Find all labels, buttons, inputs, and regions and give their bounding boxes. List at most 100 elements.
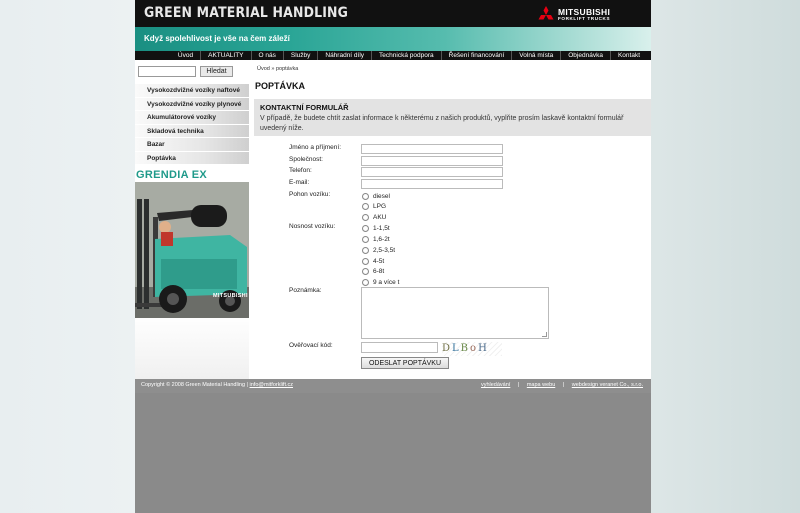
copyright-text: Copyright © 2008 Green Material Handling… — [141, 382, 248, 388]
radio-aku[interactable]: AKU — [362, 214, 386, 221]
sidebar-item-akumulatorove[interactable]: Akumulátorové vozíky — [135, 111, 249, 125]
captcha-char: B — [460, 343, 471, 354]
sidebar: Hledat Vysokozdvižné vozíky naftové Vyso… — [135, 60, 249, 379]
radio-cap-5[interactable]: 6-8t — [362, 268, 384, 275]
nav-objednavka[interactable]: Objednávka — [560, 51, 610, 60]
search-input[interactable] — [138, 66, 196, 77]
captcha-char: L — [452, 343, 461, 354]
radio-diesel[interactable]: diesel — [362, 193, 390, 200]
footer-link-webdesign[interactable]: webdesign veranet Co., s.r.o. — [572, 382, 643, 388]
promo-brand: MITSUBISHI — [213, 293, 248, 299]
label-phone: Telefon: — [289, 167, 312, 174]
page-title: POPTÁVKA — [255, 81, 306, 91]
slogan: Když spolehlivost je vše na čem záleží — [144, 34, 290, 43]
main-content: Úvod » poptávka POPTÁVKA KONTAKTNÍ FORMU… — [249, 60, 651, 379]
breadcrumb-current: poptávka — [275, 66, 299, 72]
radio-cap-1-label: 1-1,5t — [373, 225, 390, 232]
footer: Copyright © 2008 Green Material Handling… — [135, 379, 651, 393]
copyright: Copyright © 2008 Green Material Handling… — [141, 382, 293, 388]
radio-cap-6-button[interactable] — [362, 279, 369, 286]
radio-diesel-label: diesel — [373, 193, 390, 200]
radio-cap-6[interactable]: 9 a více t — [362, 279, 399, 286]
label-capacity: Nosnost vozíku: — [289, 223, 336, 230]
radio-aku-button[interactable] — [362, 214, 369, 221]
name-field[interactable] — [361, 144, 503, 154]
radio-cap-1[interactable]: 1-1,5t — [362, 225, 390, 232]
form-intro: KONTAKTNÍ FORMULÁŘ V případě, že budete … — [254, 99, 651, 136]
footer-email-link[interactable]: info@mitforklift.cz — [250, 382, 293, 388]
footer-links: vyhledávání | mapa webu | webdesign vera… — [481, 382, 643, 388]
radio-cap-2-label: 1,6-2t — [373, 236, 390, 243]
mitsubishi-logo[interactable]: MITSUBISHI FORKLIFT TRUCKS — [537, 6, 637, 22]
email-field[interactable] — [361, 179, 503, 189]
promo-banner[interactable]: GRENDIA EX MITSUBISHI — [135, 169, 249, 318]
nav-reseni-financovani[interactable]: Řešení financování — [440, 51, 512, 60]
radio-cap-3[interactable]: 2,5-3,5t — [362, 247, 395, 254]
footer-link-search[interactable]: vyhledávání — [481, 382, 510, 388]
sidebar-menu: Vysokozdvižné vozíky naftové Vysokozdviž… — [135, 84, 249, 165]
breadcrumb-home[interactable]: Úvod — [257, 66, 270, 72]
label-drive: Pohon vozíku: — [289, 191, 331, 198]
captcha-char: H — [478, 343, 489, 354]
note-textarea[interactable] — [361, 287, 549, 339]
radio-cap-5-button[interactable] — [362, 268, 369, 275]
phone-field[interactable] — [361, 167, 503, 177]
logo-subtext: FORKLIFT TRUCKS — [558, 16, 611, 21]
nav-sluzby[interactable]: Služby — [282, 51, 318, 60]
nav-technicka-podpora[interactable]: Technická podpora — [371, 51, 441, 60]
label-captcha: Ověřovací kód: — [289, 342, 333, 349]
nav-o-nas[interactable]: O nás — [250, 51, 283, 60]
sidebar-item-poptavka[interactable]: Poptávka — [135, 151, 249, 165]
page: GREEN MATERIAL HANDLING MITSUBISHI FORKL… — [135, 0, 651, 513]
search-button[interactable]: Hledat — [200, 66, 233, 77]
radio-cap-4-label: 4-5t — [373, 258, 385, 265]
label-name: Jméno a příjmení: — [289, 144, 342, 151]
radio-cap-6-label: 9 a více t — [373, 279, 400, 286]
company-field[interactable] — [361, 156, 503, 166]
sidebar-item-plynove[interactable]: Vysokozdvižné vozíky plynové — [135, 97, 249, 111]
captcha-char: o — [470, 343, 479, 354]
nav-aktuality[interactable]: AKTUALITY — [200, 51, 250, 60]
nav-kontakt[interactable]: Kontakt — [609, 51, 647, 60]
brand-title[interactable]: GREEN MATERIAL HANDLING — [144, 5, 348, 21]
sidebar-item-bazar[interactable]: Bazar — [135, 138, 249, 152]
breadcrumb-separator: » — [271, 66, 275, 72]
radio-aku-label: AKU — [373, 214, 387, 221]
captcha-char: D — [442, 343, 453, 354]
radio-diesel-button[interactable] — [362, 193, 369, 200]
form-title: KONTAKTNÍ FORMULÁŘ — [260, 103, 349, 112]
radio-lpg-button[interactable] — [362, 203, 369, 210]
footer-sep: | — [562, 382, 565, 388]
radio-cap-4-button[interactable] — [362, 258, 369, 265]
radio-cap-4[interactable]: 4-5t — [362, 258, 384, 265]
captcha-field[interactable] — [361, 342, 438, 353]
radio-lpg[interactable]: LPG — [362, 203, 386, 210]
label-note: Poznámka: — [289, 287, 322, 294]
sidebar-item-naftove[interactable]: Vysokozdvižné vozíky naftové — [135, 84, 249, 98]
radio-lpg-label: LPG — [373, 203, 387, 210]
slogan-banner: Když spolehlivost je vše na čem záleží — [135, 27, 651, 51]
breadcrumb: Úvod » poptávka — [257, 66, 298, 72]
nav-nahradni-dily[interactable]: Náhradní díly — [317, 51, 371, 60]
mitsubishi-diamonds-icon — [538, 6, 554, 20]
form-description: V případě, že budete chtít zaslat inform… — [260, 115, 624, 132]
radio-cap-2-button[interactable] — [362, 236, 369, 243]
footer-link-sitemap[interactable]: mapa webu — [527, 382, 555, 388]
radio-cap-2[interactable]: 1,6-2t — [362, 236, 390, 243]
footer-sep: | — [517, 382, 520, 388]
label-email: E-mail: — [289, 179, 310, 186]
nav-volna-mista[interactable]: Volná místa — [511, 51, 560, 60]
radio-cap-3-label: 2,5-3,5t — [373, 247, 396, 254]
label-company: Společnost: — [289, 156, 323, 163]
radio-cap-5-label: 6-8t — [373, 268, 385, 275]
radio-cap-3-button[interactable] — [362, 247, 369, 254]
sidebar-item-skladova-technika[interactable]: Skladová technika — [135, 124, 249, 138]
header: GREEN MATERIAL HANDLING MITSUBISHI FORKL… — [135, 0, 651, 27]
search-row: Hledat — [138, 66, 233, 77]
resize-grip-icon[interactable] — [542, 332, 547, 337]
top-navigation: Úvod AKTUALITY O nás Služby Náhradní díl… — [135, 51, 651, 60]
captcha-image: DLBoH — [442, 342, 502, 356]
radio-cap-1-button[interactable] — [362, 225, 369, 232]
nav-uvod[interactable]: Úvod — [171, 51, 200, 60]
submit-button[interactable]: ODESLAT POPTÁVKU — [361, 357, 449, 369]
